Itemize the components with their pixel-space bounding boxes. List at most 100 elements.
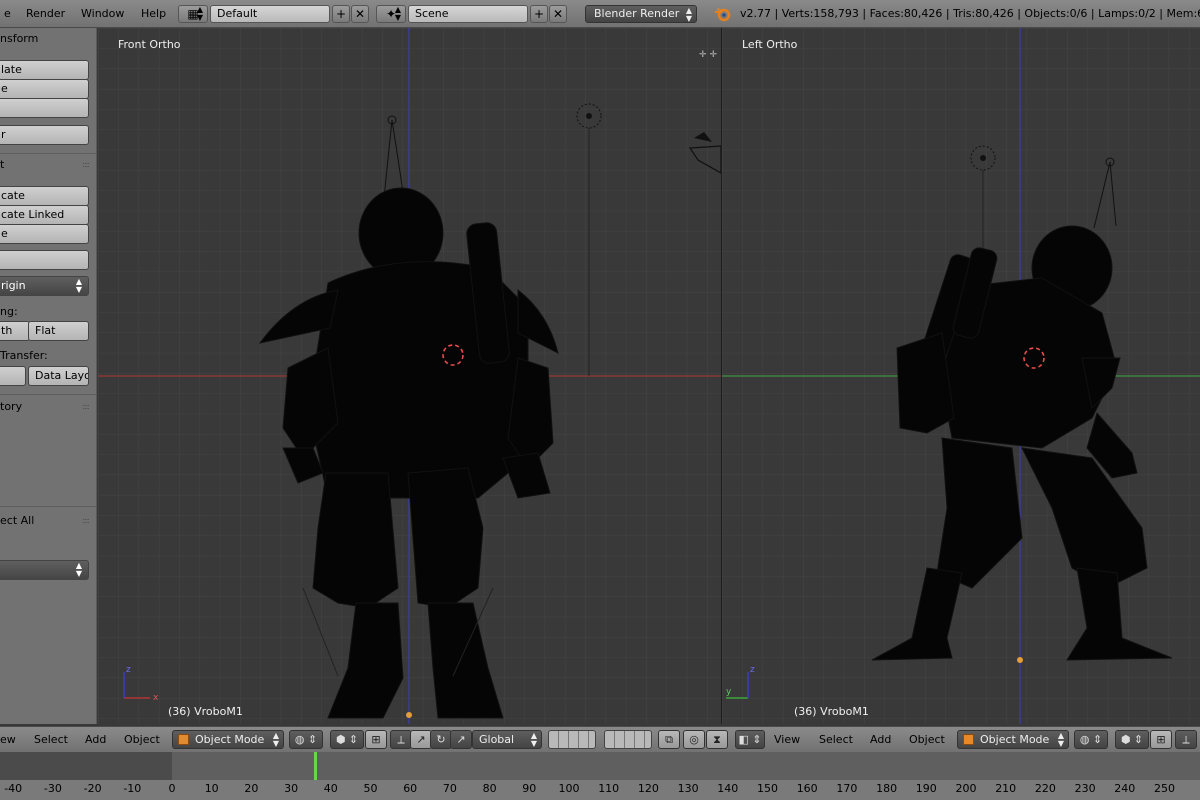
duplicate-button[interactable]: cate — [0, 186, 89, 206]
manipulator-toggle-icon[interactable]: ⟂ — [390, 730, 412, 749]
delete-button[interactable]: e — [0, 224, 89, 244]
grip-icon[interactable]: :::: — [82, 160, 90, 169]
layers-grid-a[interactable] — [548, 730, 596, 749]
frame-tick-label: -40 — [4, 782, 23, 795]
render-engine-label: Blender Render — [594, 7, 680, 20]
timeline-preroll — [0, 752, 172, 780]
frame-tick-label: 190 — [915, 782, 937, 795]
viewport-title: Front Ortho — [118, 38, 181, 51]
menu-add-left[interactable]: Add — [85, 733, 106, 746]
frame-tick-label: 0 — [168, 782, 176, 795]
mirror-button[interactable]: r — [0, 125, 89, 145]
join-button[interactable] — [0, 250, 89, 270]
menu-window[interactable]: Window — [81, 7, 124, 20]
grip-icon[interactable]: :::: — [82, 516, 90, 525]
snap-icon[interactable]: ⧗ — [706, 730, 728, 749]
operator-dropdown[interactable]: ▲ ▼ — [0, 560, 89, 580]
layers-grid-b[interactable] — [604, 730, 652, 749]
object-mode-dropdown[interactable]: Object Mode ▲ ▼ — [172, 730, 284, 749]
3d-view-header: ew Select Add Object Object Mode ▲ ▼ ◍ ⇕ ⬢… — [0, 726, 1200, 752]
playhead[interactable] — [313, 752, 317, 780]
scene-field[interactable]: Scene — [408, 5, 528, 23]
lock-layers-icon[interactable]: ⧉ — [658, 730, 680, 749]
menu-object-left[interactable]: Object — [124, 733, 160, 746]
left-viewport-canvas: y z — [722, 28, 1200, 724]
timeline[interactable]: -40 -30 -20 -10 0 10 20 30 40 50 60 70 80 90 100 110 120… — [0, 752, 1200, 800]
translate-manipulator-icon[interactable]: ↗ — [410, 730, 432, 749]
edit-panel-header[interactable]: t:::: — [0, 158, 96, 171]
frame-tick-label: -20 — [83, 782, 102, 795]
frame-tick-label: 50 — [363, 782, 378, 795]
object-mode-dropdown-right[interactable]: Object Mode ▲ ▼ — [957, 730, 1069, 749]
data-button[interactable] — [0, 366, 26, 386]
svg-text:y: y — [726, 687, 732, 697]
menu-render[interactable]: Render — [26, 7, 65, 20]
frame-tick-label: 230 — [1074, 782, 1096, 795]
frame-tick-label: 110 — [598, 782, 620, 795]
frame-tick-label: 80 — [482, 782, 497, 795]
frame-tick-label: 140 — [717, 782, 739, 795]
scale-button[interactable] — [0, 98, 89, 118]
menu-file[interactable]: e — [4, 7, 11, 20]
add-layout-icon[interactable]: + — [332, 5, 350, 23]
remove-scene-icon[interactable]: ✕ — [549, 5, 567, 23]
viewport-shading-icon[interactable]: ◍ ⇕ — [289, 730, 323, 749]
front-viewport-canvas: x z — [98, 28, 721, 724]
frame-tick-label: 40 — [323, 782, 338, 795]
menu-view-right[interactable]: View — [774, 733, 800, 746]
frame-tick-label: 150 — [757, 782, 778, 795]
add-scene-icon[interactable]: + — [530, 5, 548, 23]
render-preview-icon[interactable]: ◎ — [683, 730, 705, 749]
translate-button[interactable]: late — [0, 60, 89, 80]
menu-object-right[interactable]: Object — [909, 733, 945, 746]
rotate-manipulator-icon[interactable]: ↻ — [430, 730, 452, 749]
menu-view-left[interactable]: ew — [0, 733, 16, 746]
operator-panel-title: ect All — [0, 514, 35, 527]
transform-panel-header[interactable]: nsform — [0, 32, 96, 45]
object-origin-dot — [406, 712, 412, 718]
layout-icon[interactable]: ▦ ▲ ▼ — [178, 5, 208, 23]
frame-ruler[interactable]: -40 -30 -20 -10 0 10 20 30 40 50 60 70 80 90 100 110 120… — [0, 780, 1200, 800]
frame-tick-label: 220 — [1034, 782, 1056, 795]
menu-select-right[interactable]: Select — [819, 733, 853, 746]
blender-icon — [715, 8, 731, 22]
editor-type-icon[interactable]: ◧ ⇕ — [735, 730, 765, 749]
cube-icon — [963, 734, 974, 745]
screen-layout-field[interactable]: Default — [210, 5, 330, 23]
grip-icon[interactable]: :::: — [82, 402, 90, 411]
viewport-shading-icon[interactable]: ◍ ⇕ — [1074, 730, 1108, 749]
flat-button[interactable]: Flat — [28, 321, 89, 341]
menu-help[interactable]: Help — [141, 7, 166, 20]
object-origin-dot — [1017, 657, 1023, 663]
panel-divider — [0, 394, 96, 395]
smooth-button[interactable]: th — [0, 321, 30, 341]
frame-tick-label: 100 — [558, 782, 580, 795]
frame-tick-label: 60 — [403, 782, 418, 795]
scene-icon[interactable]: ✦ ▲ ▼ — [376, 5, 406, 23]
menu-select-left[interactable]: Select — [34, 733, 68, 746]
data-layout-button[interactable]: Data Layo — [28, 366, 89, 386]
operator-panel-header[interactable]: ect All:::: — [0, 514, 96, 527]
timeline-track[interactable] — [0, 752, 1200, 780]
scale-manipulator-icon[interactable]: ↗ — [450, 730, 472, 749]
history-panel-header[interactable]: tory:::: — [0, 400, 96, 413]
render-engine-dropdown[interactable]: Blender Render ▲ ▼ — [585, 5, 697, 23]
manipulator-icon[interactable]: ⊞ — [365, 730, 387, 749]
transform-panel-title: nsform — [0, 32, 39, 45]
viewport-front-ortho[interactable]: x z Front Ortho (36) VroboM1 ✛ ✛ — [98, 28, 721, 724]
history-panel-title: tory — [0, 400, 23, 413]
rotate-button[interactable]: e — [0, 79, 89, 99]
duplicate-linked-button[interactable]: cate Linked — [0, 205, 89, 225]
split-widget-icon[interactable]: ✛ ✛ — [699, 50, 717, 60]
viewport-left-ortho[interactable]: y z Left Ortho (36) VroboM1 — [722, 28, 1200, 724]
menu-add-right[interactable]: Add — [870, 733, 891, 746]
remove-layout-icon[interactable]: ✕ — [351, 5, 369, 23]
set-origin-dropdown[interactable]: rigin ▲ ▼ — [0, 276, 89, 296]
transform-orientation-dropdown[interactable]: Global ▲ ▼ — [472, 730, 542, 749]
manipulator-icon[interactable]: ⊞ — [1150, 730, 1172, 749]
pivot-point-icon[interactable]: ⬢ ⇕ — [330, 730, 364, 749]
edit-panel-title: t — [0, 158, 5, 171]
panel-divider — [0, 506, 96, 507]
pivot-point-icon[interactable]: ⬢ ⇕ — [1115, 730, 1149, 749]
manipulator-toggle-icon[interactable]: ⟂ — [1175, 730, 1197, 749]
